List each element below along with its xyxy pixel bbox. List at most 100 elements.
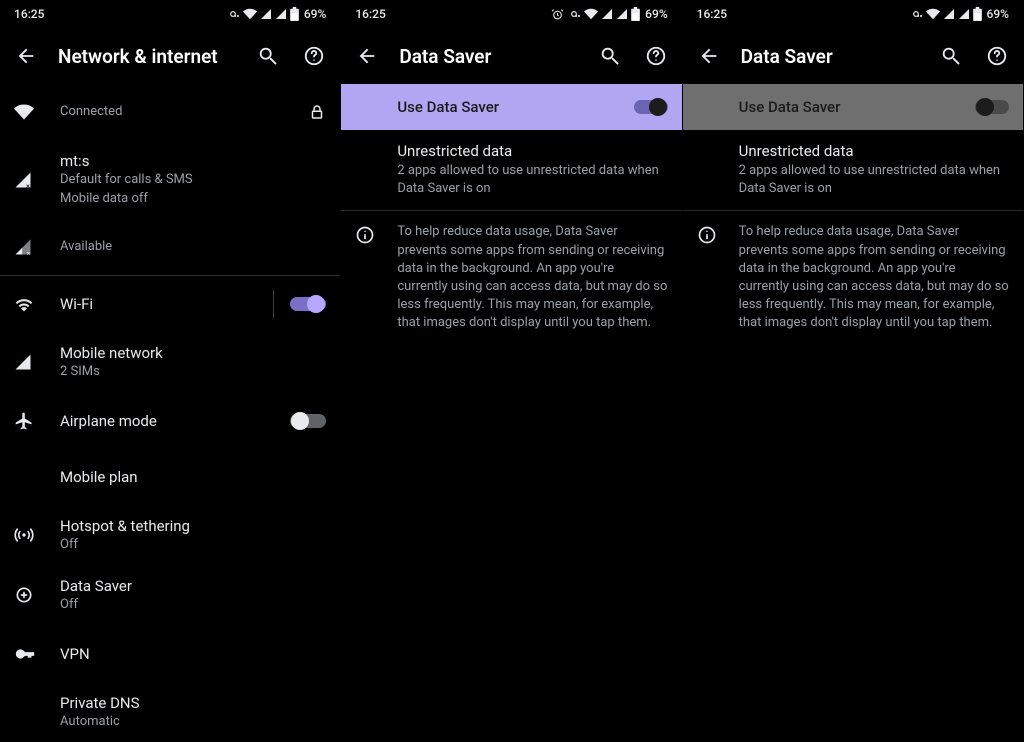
alarm-icon xyxy=(551,8,564,21)
sim1-name: mt:s xyxy=(60,152,326,170)
status-battery: 69% xyxy=(645,7,667,21)
unrestricted-title: Unrestricted data xyxy=(397,142,667,160)
mobile-network-sub: 2 SIMs xyxy=(60,363,326,381)
sim-signal-icon: × xyxy=(14,171,60,189)
vpn-row[interactable]: VPN xyxy=(0,626,340,682)
private-dns-sub: Automatic xyxy=(60,713,326,731)
back-button[interactable] xyxy=(695,42,723,70)
signal-icon xyxy=(14,353,60,371)
hotspot-label: Hotspot & tethering xyxy=(60,517,326,535)
wifi-icon xyxy=(14,294,60,314)
page-title: Data Saver xyxy=(741,45,919,68)
hotspot-row[interactable]: Hotspot & tethering Off xyxy=(0,505,340,566)
help-icon xyxy=(303,45,325,67)
back-button[interactable] xyxy=(12,42,40,70)
search-button[interactable] xyxy=(937,42,965,70)
info-text: To help reduce data usage, Data Saver pr… xyxy=(739,223,1009,332)
info-icon xyxy=(697,223,739,332)
status-battery: 69% xyxy=(304,7,326,21)
signal-icon xyxy=(616,8,628,20)
hotspot-icon xyxy=(14,525,60,545)
wifi-icon xyxy=(926,7,940,21)
status-bar: 16:25 69% xyxy=(683,0,1023,28)
status-bar: 16:25 69% xyxy=(341,0,681,28)
data-saver-row[interactable]: Data Saver Off xyxy=(0,565,340,626)
back-button[interactable] xyxy=(353,42,381,70)
use-data-saver-toggle[interactable]: Use Data Saver xyxy=(341,84,681,130)
app-bar: Network & internet xyxy=(0,28,340,84)
unrestricted-data-row[interactable]: Unrestricted data 2 apps allowed to use … xyxy=(683,130,1023,210)
wifi-row[interactable]: Wi-Fi xyxy=(0,276,340,332)
search-icon xyxy=(940,45,962,67)
status-icons: 69% xyxy=(909,7,1009,21)
data-saver-sub: Off xyxy=(60,596,326,614)
sim-signal-icon: × xyxy=(14,238,60,256)
help-button[interactable] xyxy=(642,42,670,70)
search-button[interactable] xyxy=(254,42,282,70)
unrestricted-data-row[interactable]: Unrestricted data 2 apps allowed to use … xyxy=(341,130,681,210)
status-time: 16:25 xyxy=(355,7,385,21)
blank-icon xyxy=(355,142,397,198)
app-bar: Data Saver xyxy=(683,28,1023,84)
airplane-row[interactable]: Airplane mode xyxy=(0,393,340,449)
status-time: 16:25 xyxy=(14,7,44,21)
help-button[interactable] xyxy=(300,42,328,70)
wifi-icon xyxy=(243,7,257,21)
airplane-label: Airplane mode xyxy=(60,412,282,430)
sim1-line2: Mobile data off xyxy=(60,190,326,208)
sim2-row[interactable]: × Available xyxy=(0,219,340,275)
hotspot-sub: Off xyxy=(60,536,326,554)
battery-icon xyxy=(973,7,982,21)
blank-icon xyxy=(697,142,739,198)
status-bar: 16:25 69% xyxy=(0,0,340,28)
mobile-network-label: Mobile network xyxy=(60,344,326,362)
arrow-back-icon xyxy=(698,45,720,67)
unrestricted-title: Unrestricted data xyxy=(739,142,1009,160)
lock-icon xyxy=(300,103,326,121)
page-title: Network & internet xyxy=(58,45,236,68)
battery-icon xyxy=(631,7,640,21)
mobile-network-row[interactable]: Mobile network 2 SIMs xyxy=(0,332,340,393)
status-icons: 69% xyxy=(551,7,667,21)
battery-icon xyxy=(290,7,299,21)
signal-icon xyxy=(601,8,613,20)
signal-icon xyxy=(275,8,287,20)
sim1-row[interactable]: × mt:s Default for calls & SMS Mobile da… xyxy=(0,140,340,219)
search-icon xyxy=(599,45,621,67)
vpn-key-icon xyxy=(14,643,60,665)
signal-icon xyxy=(943,8,955,20)
toggle-switch-icon xyxy=(634,97,668,117)
signal-icon xyxy=(260,8,272,20)
private-dns-row[interactable]: Private DNS Automatic xyxy=(0,682,340,742)
mobile-plan-label: Mobile plan xyxy=(60,468,326,486)
pane-network: 16:25 69% Network & internet Connected xyxy=(0,0,341,740)
airplane-toggle[interactable] xyxy=(290,411,326,431)
search-button[interactable] xyxy=(596,42,624,70)
vpn-label: VPN xyxy=(60,645,326,663)
mobile-plan-row[interactable]: Mobile plan xyxy=(0,449,340,505)
private-dns-label: Private DNS xyxy=(60,694,326,712)
wifi-connected-label: Connected xyxy=(60,103,300,121)
data-saver-icon xyxy=(14,585,60,605)
vpn-key-icon xyxy=(909,7,923,21)
info-text-row: To help reduce data usage, Data Saver pr… xyxy=(341,211,681,344)
pane-data-saver-on: 16:25 69% Data Saver Use Data Saver xyxy=(341,0,682,740)
status-battery: 69% xyxy=(987,7,1009,21)
info-text: To help reduce data usage, Data Saver pr… xyxy=(397,223,667,332)
wifi-connected-row[interactable]: Connected xyxy=(0,84,340,140)
use-data-saver-toggle[interactable]: Use Data Saver xyxy=(683,84,1023,130)
use-data-saver-label: Use Data Saver xyxy=(397,98,499,116)
sim2-label: Available xyxy=(60,238,326,256)
use-data-saver-label: Use Data Saver xyxy=(739,98,841,116)
wifi-icon xyxy=(14,102,60,122)
info-text-row: To help reduce data usage, Data Saver pr… xyxy=(683,211,1023,344)
help-button[interactable] xyxy=(983,42,1011,70)
svg-text:×: × xyxy=(26,181,30,189)
app-bar: Data Saver xyxy=(341,28,681,84)
wifi-toggle[interactable] xyxy=(290,294,326,314)
data-saver-label: Data Saver xyxy=(60,577,326,595)
sim1-line1: Default for calls & SMS xyxy=(60,171,326,189)
help-icon xyxy=(645,45,667,67)
arrow-back-icon xyxy=(15,45,37,67)
pane-data-saver-off: 16:25 69% Data Saver Use Data Saver xyxy=(683,0,1024,740)
